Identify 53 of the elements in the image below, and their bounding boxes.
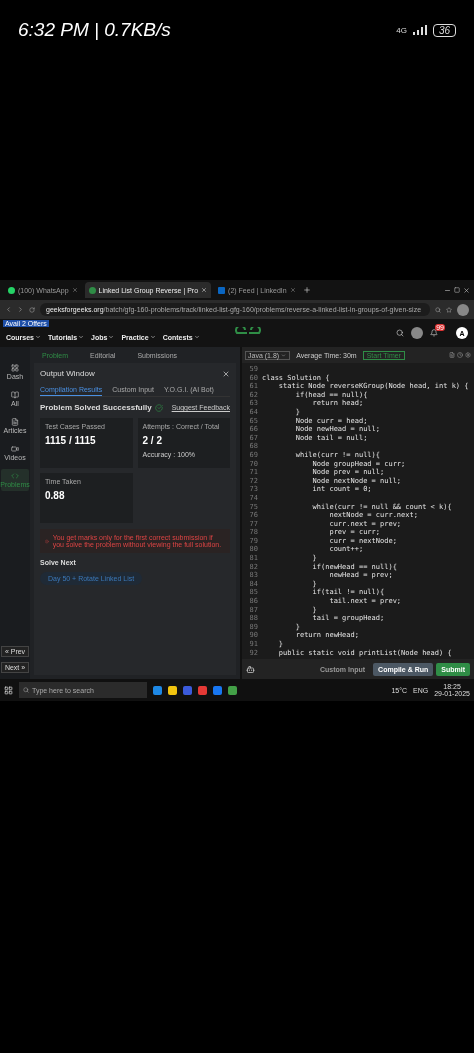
star-icon — [446, 306, 452, 313]
check-icon — [154, 403, 163, 412]
chevron-down-icon — [193, 334, 200, 340]
site-icon — [88, 286, 96, 294]
video-app-icon[interactable] — [198, 685, 207, 695]
info-icon — [45, 537, 49, 545]
app-icon[interactable] — [183, 685, 192, 695]
site-icon — [8, 286, 15, 294]
search-icon — [396, 329, 404, 337]
close-icon — [463, 286, 470, 294]
close-icon — [222, 369, 230, 378]
chevron-down-icon — [149, 334, 156, 340]
grid-icon — [11, 364, 19, 372]
user-avatar[interactable] — [411, 327, 423, 339]
close-icon — [71, 287, 78, 293]
folder-icon[interactable] — [168, 685, 177, 695]
search-icon — [435, 306, 441, 313]
status-time: 6:32 PM | 0.7KB/s — [18, 19, 171, 41]
back-icon — [5, 306, 12, 313]
card-value: 2 / 2 — [142, 435, 163, 446]
close-icon — [289, 287, 296, 293]
chevron-down-icon — [78, 334, 85, 340]
status-message: Problem Solved Successfully — [40, 403, 152, 412]
clock-icon — [457, 352, 463, 358]
chevron-down-icon — [281, 352, 287, 358]
browser-app-icon[interactable] — [153, 685, 162, 695]
code-icon — [11, 472, 19, 480]
bot-icon — [246, 664, 255, 674]
signal-icon — [412, 25, 427, 35]
chevron-down-icon — [108, 334, 115, 340]
close-icon — [201, 287, 208, 293]
card-value: 1115 / 1115 — [45, 435, 97, 446]
plus-icon[interactable] — [302, 286, 311, 294]
window-title: Output Window — [40, 369, 95, 378]
browser-app-icon[interactable] — [228, 685, 237, 695]
document-icon — [11, 418, 19, 426]
settings-icon — [465, 352, 471, 358]
file-icon — [449, 352, 455, 358]
book-icon — [11, 391, 19, 399]
bell-icon — [430, 329, 438, 337]
card-value: 0.88 — [45, 490, 66, 501]
chevron-down-icon — [35, 334, 41, 340]
app-icon[interactable] — [213, 685, 222, 695]
video-icon — [11, 445, 19, 453]
battery-level: 36 — [432, 23, 456, 37]
forward-icon — [17, 306, 24, 313]
search-icon — [23, 687, 29, 694]
profile-avatar[interactable] — [457, 303, 469, 316]
reload-icon — [29, 306, 35, 313]
maximize-icon — [454, 287, 460, 293]
network-label: 4G — [396, 25, 407, 35]
windows-icon — [4, 685, 13, 695]
site-icon — [218, 286, 226, 294]
